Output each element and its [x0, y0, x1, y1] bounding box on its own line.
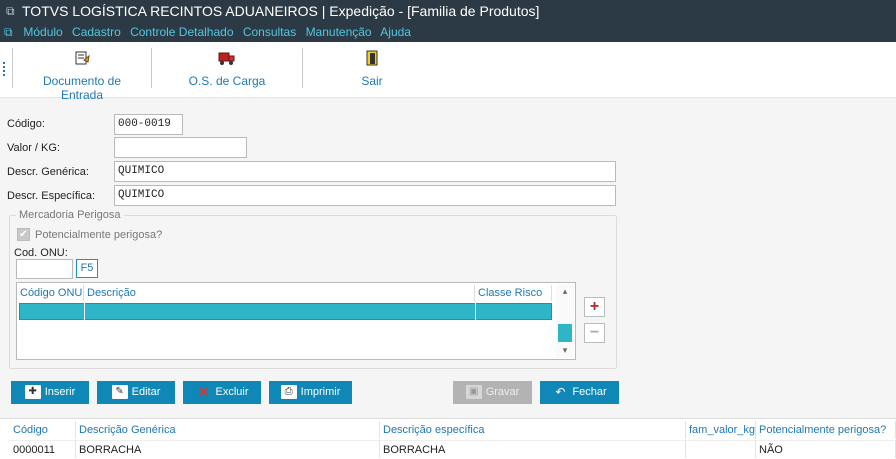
- valor-kg-field[interactable]: [114, 137, 247, 158]
- window-title: TOTVS LOGÍSTICA RECINTOS ADUANEIROS | Ex…: [22, 3, 540, 19]
- col-header-potencialmente-perigosa[interactable]: Potencialmente perigosa?: [756, 421, 896, 439]
- grid-header-classe-risco[interactable]: Classe Risco: [475, 285, 552, 301]
- menu-ajuda[interactable]: Ajuda: [380, 25, 411, 39]
- toolbar-separator: [302, 48, 303, 88]
- editar-button[interactable]: ✎ Editar: [97, 381, 175, 404]
- print-icon: ⎙: [280, 385, 297, 400]
- exit-door-icon: [352, 50, 392, 68]
- insert-icon: ✚: [24, 385, 41, 400]
- excluir-button[interactable]: ✕ Excluir: [183, 381, 261, 404]
- back-arrow-icon: ↶: [555, 385, 566, 400]
- inserir-button[interactable]: ✚ Inserir: [11, 381, 89, 404]
- menu-manutencao[interactable]: Manutenção: [306, 25, 372, 39]
- descr-generica-label: Descr. Genérica:: [7, 166, 89, 178]
- grid-cell-divider: [475, 303, 476, 320]
- scroll-thumb[interactable]: [558, 324, 572, 342]
- table-cell-codigo[interactable]: 0000011: [10, 440, 76, 458]
- remove-row-button[interactable]: −: [584, 323, 605, 343]
- grid-header-codigo-onu[interactable]: Código ONU: [17, 285, 84, 301]
- menu-bar: ⧉ Módulo Cadastro Controle Detalhado Con…: [0, 22, 896, 42]
- codigo-field[interactable]: 000-0019: [114, 114, 183, 135]
- grid-selected-row[interactable]: [19, 303, 552, 320]
- toolbar-grip[interactable]: [3, 62, 5, 76]
- remove-icon: −: [589, 324, 600, 341]
- add-icon: +: [589, 298, 600, 315]
- edit-icon: ✎: [111, 385, 128, 400]
- gravar-button[interactable]: ▣ Gravar: [453, 381, 532, 404]
- delete-icon: ✕: [197, 384, 210, 401]
- table-cell-fam-valor-kg[interactable]: [686, 440, 756, 458]
- mercadoria-perigosa-title: Mercadoria Perigosa: [16, 209, 124, 221]
- title-bar: ⧉ TOTVS LOGÍSTICA RECINTOS ADUANEIROS | E…: [0, 0, 896, 22]
- toolbar: Documento de Entrada O.S. de Carga Sair: [0, 42, 896, 102]
- table-cell-descricao-especifica[interactable]: BORRACHA: [380, 440, 686, 458]
- table-cell-descricao-generica[interactable]: BORRACHA: [76, 440, 380, 458]
- app-icon: ⧉: [6, 4, 15, 18]
- descr-especifica-label: Descr. Específica:: [7, 190, 96, 202]
- inserir-label: Inserir: [44, 386, 76, 398]
- scroll-down-icon[interactable]: ▾: [560, 345, 570, 356]
- sair-button[interactable]: Sair: [352, 50, 392, 90]
- col-header-fam-valor-kg[interactable]: fam_valor_kg: [686, 421, 756, 439]
- menu-modulo[interactable]: Módulo: [23, 25, 62, 39]
- codigo-label: Código:: [7, 118, 45, 130]
- documento-entrada-button[interactable]: Documento de Entrada: [22, 50, 142, 102]
- cod-onu-label: Cod. ONU:: [14, 247, 68, 259]
- documento-entrada-label: Documento de Entrada: [42, 74, 122, 102]
- results-table[interactable]: Código Descrição Genérica Descrição espe…: [0, 418, 896, 459]
- imprimir-button[interactable]: ⎙ Imprimir: [269, 381, 352, 404]
- menu-consultas[interactable]: Consultas: [243, 25, 296, 39]
- table-cell-potencialmente-perigosa[interactable]: NÃO: [756, 440, 896, 458]
- scroll-up-icon[interactable]: ▴: [560, 286, 570, 297]
- col-header-codigo[interactable]: Código: [10, 421, 76, 439]
- f5-lookup-button[interactable]: F5: [76, 259, 98, 278]
- imprimir-label: Imprimir: [300, 386, 341, 398]
- menu-cadastro[interactable]: Cadastro: [72, 25, 121, 39]
- descr-especifica-field[interactable]: QUIMICO: [114, 185, 616, 206]
- toolbar-separator: [12, 48, 13, 88]
- potencialmente-perigosa-checkbox[interactable]: ✔: [17, 228, 30, 241]
- cod-onu-field[interactable]: [16, 259, 73, 279]
- valor-kg-label: Valor / KG:: [7, 142, 60, 154]
- fechar-button[interactable]: ↶ Fechar: [540, 381, 619, 404]
- checkmark-icon: ✔: [19, 229, 28, 240]
- os-carga-label: O.S. de Carga: [188, 74, 266, 88]
- editar-label: Editar: [131, 386, 161, 398]
- gravar-label: Gravar: [485, 386, 520, 398]
- os-carga-button[interactable]: O.S. de Carga: [172, 50, 282, 90]
- potencialmente-perigosa-label: Potencialmente perigosa?: [35, 229, 163, 241]
- toolbar-separator: [151, 48, 152, 88]
- menu-controle-detalhado[interactable]: Controle Detalhado: [130, 25, 233, 39]
- grid-cell-divider: [84, 303, 85, 320]
- add-row-button[interactable]: +: [584, 297, 605, 317]
- fechar-label: Fechar: [572, 386, 607, 398]
- document-icon: [22, 50, 142, 68]
- save-icon: ▣: [465, 385, 482, 400]
- col-header-descricao-generica[interactable]: Descrição Genérica: [76, 421, 380, 439]
- excluir-label: Excluir: [215, 386, 249, 398]
- grid-vertical-scrollbar[interactable]: ▴ ▾: [556, 284, 574, 358]
- onu-grid[interactable]: Código ONU Descrição Classe Risco: [16, 282, 576, 360]
- truck-icon: [172, 50, 282, 68]
- menu-app-icon[interactable]: ⧉: [4, 22, 20, 42]
- col-header-descricao-especifica[interactable]: Descrição específica: [380, 421, 686, 439]
- descr-generica-field[interactable]: QUIMICO: [114, 161, 616, 182]
- sair-label: Sair: [361, 74, 383, 88]
- grid-header-descricao[interactable]: Descrição: [84, 285, 475, 301]
